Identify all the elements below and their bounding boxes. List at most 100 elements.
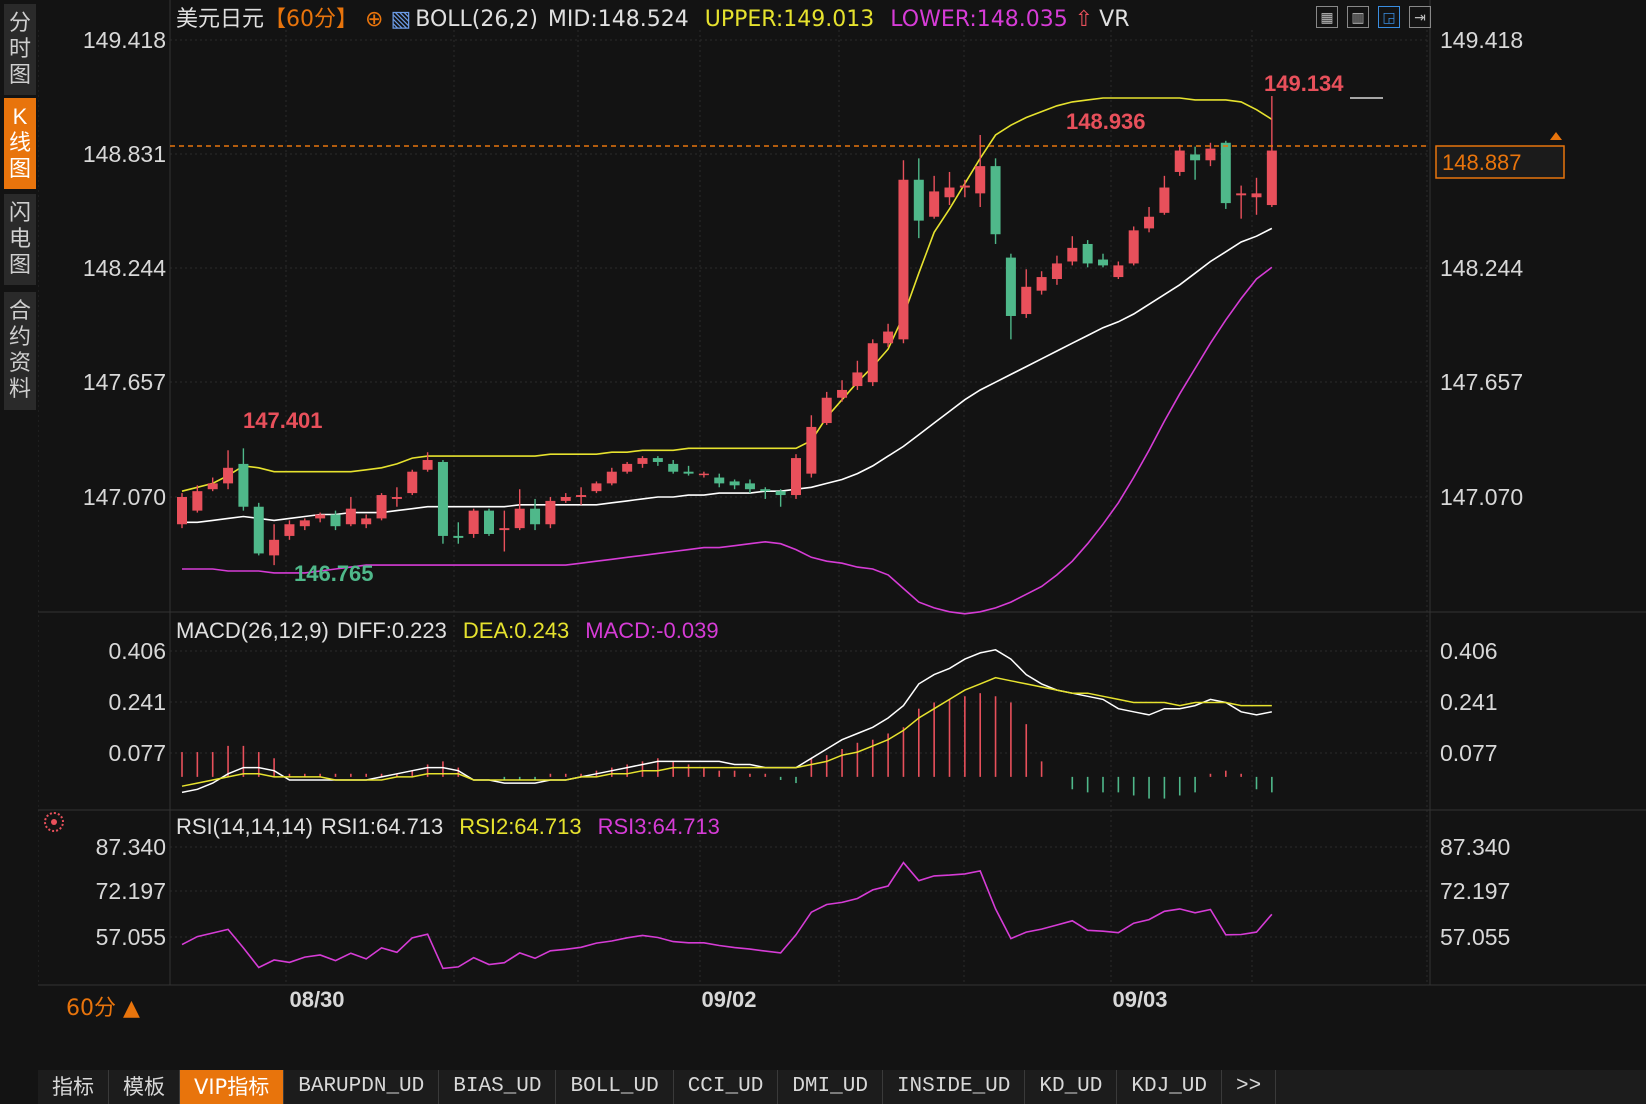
rsi-axis-left-label: 87.340 <box>96 834 166 860</box>
macd-axis-right-label: 0.077 <box>1440 740 1498 766</box>
price-axis-left-label: 148.244 <box>83 255 166 281</box>
price-axis-right-label: 147.070 <box>1440 484 1523 510</box>
nav-char: 时 <box>8 36 31 61</box>
rsi-axis-left-label: 72.197 <box>96 878 166 904</box>
macd-axis-left-label: 0.077 <box>108 740 166 766</box>
candle[interactable] <box>545 497 556 529</box>
macd-diff: DIFF:0.223 <box>337 618 447 643</box>
nav-char: 料 <box>8 376 31 401</box>
annotation-high: 147.401 <box>243 408 323 433</box>
nav-char: 资 <box>8 350 31 375</box>
rsi3: RSI3:64.713 <box>598 814 720 839</box>
price-axis-right-label: 149.418 <box>1440 27 1523 53</box>
nav-char: 图 <box>8 62 31 87</box>
nav-flash[interactable]: 闪电图 <box>4 194 36 285</box>
symbol-title: 美元日元 <box>176 7 264 32</box>
boll-chart-icon: ▧ <box>390 7 411 32</box>
candle[interactable] <box>990 158 1001 244</box>
boll-name: BOLL(26,2) <box>415 7 538 32</box>
price-axis-left-label: 147.070 <box>83 484 166 510</box>
tab-template[interactable]: 模板 <box>109 1070 180 1104</box>
macd-axis-left-label: 0.241 <box>108 689 166 715</box>
boll-legend: 美元日元【60分】 ⊕ ▧ BOLL(26,2) MID:148.524 UPPER:… <box>176 7 1130 32</box>
tab-kdj-ud[interactable]: KDJ_UD <box>1117 1070 1223 1104</box>
chart-split-icon[interactable]: ▥ <box>1347 6 1369 28</box>
rsi-axis-right-label: 57.055 <box>1440 924 1510 950</box>
annotation-high: 148.936 <box>1066 109 1146 134</box>
rsi-axis-right-label: 72.197 <box>1440 878 1510 904</box>
candle[interactable] <box>376 493 387 521</box>
candle[interactable] <box>791 454 801 499</box>
rsi-axis-left-label: 57.055 <box>96 924 166 950</box>
tab-vip-indicator[interactable]: VIP指标 <box>180 1070 285 1104</box>
candle[interactable] <box>468 508 479 538</box>
current-price-label: 148.887 <box>1442 150 1522 175</box>
annotation-low: 146.765 <box>294 561 374 586</box>
candle[interactable] <box>1082 240 1093 268</box>
arrow-up-icon: ⇧ <box>1068 7 1093 32</box>
date-label: 09/03 <box>1112 987 1167 1012</box>
tab-more[interactable]: >> <box>1222 1070 1277 1104</box>
rsi2: RSI2:64.713 <box>459 814 581 839</box>
candle[interactable] <box>407 469 418 496</box>
nav-char: 约 <box>8 324 31 349</box>
chart-active-icon[interactable]: ◲ <box>1378 6 1400 28</box>
tab-barupdn-ud[interactable]: BARUPDN_UD <box>284 1070 440 1104</box>
date-label: 09/02 <box>701 987 756 1012</box>
macd-value: MACD:-0.039 <box>585 618 718 643</box>
price-axis-right-label: 147.657 <box>1440 369 1523 395</box>
nav-kline[interactable]: K线图 <box>4 98 36 189</box>
nav-char: 图 <box>8 156 31 181</box>
nav-char: 线 <box>8 130 31 155</box>
tab-bias-ud[interactable]: BIAS_UD <box>439 1070 557 1104</box>
grid-icon[interactable]: ▦ <box>1316 6 1338 28</box>
nav-char: 分 <box>8 10 31 35</box>
nav-char: 闪 <box>8 200 31 225</box>
nav-char: 合 <box>8 298 31 323</box>
price-axis-right-label: 148.244 <box>1440 255 1523 281</box>
period-selector[interactable]: 60分 ▲ <box>66 990 140 1022</box>
price-axis-left-label: 149.418 <box>83 27 166 53</box>
left-nav: 分时图K线图闪电图合约资料 <box>0 0 38 1104</box>
nav-char: 图 <box>8 252 31 277</box>
rsi-axis-right-label: 87.340 <box>1440 834 1510 860</box>
candle[interactable] <box>437 460 448 544</box>
chart-area: 149.418149.418148.831148.831148.244148.2… <box>38 0 1646 1070</box>
exit-icon[interactable]: ⇥ <box>1409 6 1431 28</box>
boll-upper: UPPER:149.013 <box>705 7 875 32</box>
tab-dmi-ud[interactable]: DMI_UD <box>778 1070 883 1104</box>
rsi-name: RSI(14,14,14) <box>176 814 313 839</box>
nav-char: K <box>12 104 28 129</box>
macd-axis-right-label: 0.241 <box>1440 689 1498 715</box>
price-axis-left-label: 148.831 <box>83 141 166 167</box>
price-axis-left-label: 147.657 <box>83 369 166 395</box>
annotation-high: 149.134 <box>1264 71 1344 96</box>
tab-inside-ud[interactable]: INSIDE_UD <box>883 1070 1026 1104</box>
nav-timeshare[interactable]: 分时图 <box>4 4 36 95</box>
macd-axis-right-label: 0.406 <box>1440 638 1498 664</box>
candle[interactable] <box>898 160 909 344</box>
nav-char: 电 <box>8 226 31 251</box>
nav-contract[interactable]: 合约资料 <box>4 292 36 410</box>
candle[interactable] <box>1220 140 1231 209</box>
candle[interactable] <box>1128 226 1139 266</box>
boll-mid: MID:148.524 <box>548 7 689 32</box>
boll-lower: LOWER:148.035 <box>890 7 1067 32</box>
candle[interactable] <box>253 502 264 556</box>
date-label: 08/30 <box>289 987 344 1012</box>
indicator-tab-bar: 指标 模板 VIP指标 BARUPDN_UD BIAS_UD BOLL_UD CCI_UD D… <box>38 1070 1646 1104</box>
period-tag: 【60分】 <box>264 7 358 32</box>
tab-kd-ud[interactable]: KD_UD <box>1025 1070 1118 1104</box>
target-icon[interactable] <box>44 812 64 832</box>
tab-cci-ud[interactable]: CCI_UD <box>674 1070 779 1104</box>
macd-dea: DEA:0.243 <box>463 618 569 643</box>
add-indicator-icon: ⊕ <box>358 7 390 32</box>
tab-boll-ud[interactable]: BOLL_UD <box>556 1070 674 1104</box>
tab-indicator[interactable]: 指标 <box>38 1070 109 1104</box>
candle[interactable] <box>484 508 494 536</box>
vr-label: VR <box>1099 7 1129 32</box>
macd-axis-left-label: 0.406 <box>108 638 166 664</box>
rsi1: RSI1:64.713 <box>321 814 443 839</box>
candle[interactable] <box>867 339 878 387</box>
candle[interactable] <box>177 493 187 529</box>
